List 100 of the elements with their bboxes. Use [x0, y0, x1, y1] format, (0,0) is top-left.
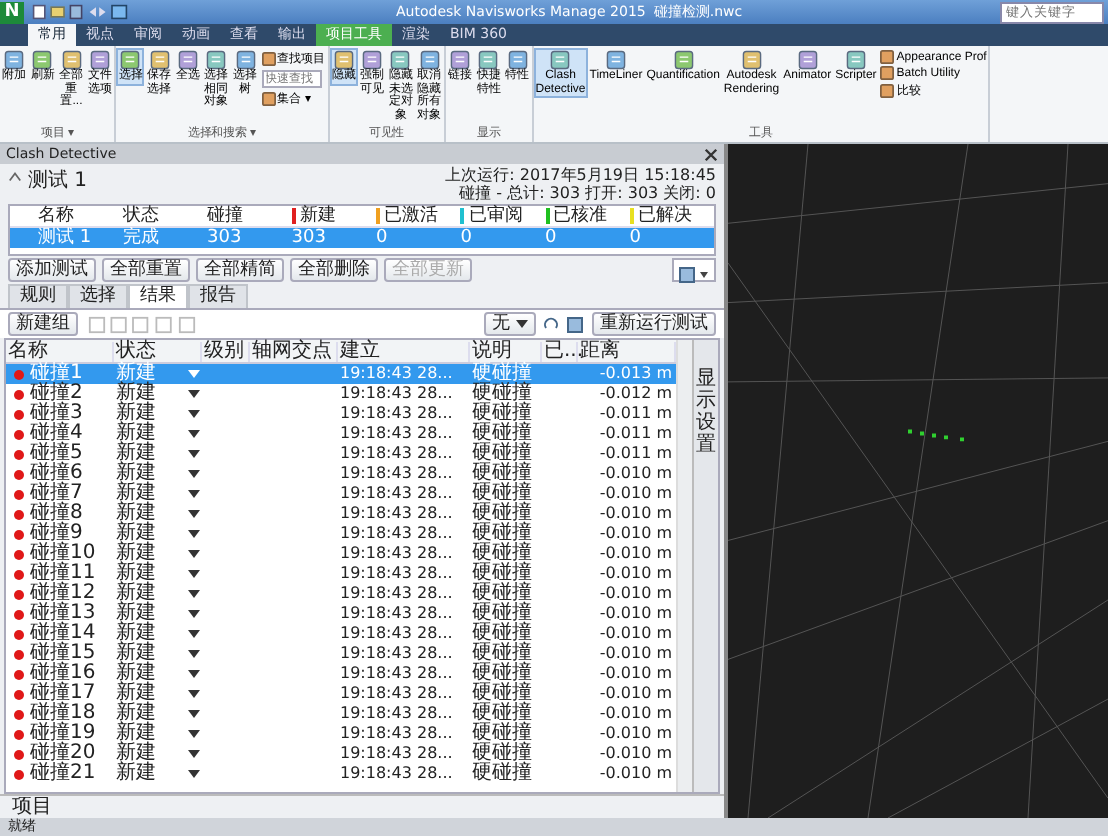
column-header[interactable]: 状态 — [122, 206, 207, 226]
quick-access-toolbar-icon[interactable] — [32, 4, 128, 20]
column-header[interactable]: 说明 — [470, 341, 542, 361]
status-dropdown[interactable]: 新建 — [114, 424, 202, 444]
filter-dropdown[interactable]: 无 — [484, 312, 536, 336]
scrollbar[interactable] — [676, 340, 692, 792]
column-header[interactable]: 已解决 — [629, 206, 714, 226]
clash-row[interactable]: 碰撞5 新建 19:18:43 28... 硬碰撞 -0.011 m — [6, 444, 676, 464]
clash-name-cell: 碰撞20 — [6, 744, 114, 764]
status-dropdown[interactable]: 新建 — [114, 744, 202, 764]
clash-row[interactable]: 碰撞17 新建 19:18:43 28... 硬碰撞 -0.010 m — [6, 684, 676, 704]
clash-summary: 碰撞 - 总计: 303 打开: 303 关闭: 0 — [459, 184, 716, 202]
table-cell-text: -0.010 m — [597, 564, 674, 584]
clash-row[interactable]: 碰撞4 新建 19:18:43 28... 硬碰撞 -0.011 m — [6, 424, 676, 444]
status-dropdown[interactable]: 新建 — [114, 524, 202, 544]
clash-name-cell: 碰撞16 — [6, 664, 114, 684]
table-cell-text: 硬碰撞 — [470, 444, 534, 464]
status-dropdown[interactable]: 新建 — [114, 544, 202, 564]
column-header[interactable]: 已审阅 — [460, 206, 545, 226]
close-icon[interactable] — [704, 147, 718, 161]
column-header[interactable]: 轴网交点 — [250, 341, 338, 361]
clash-row[interactable]: 碰撞15 新建 19:18:43 28... 硬碰撞 -0.010 m — [6, 644, 676, 664]
status-dropdown[interactable]: 新建 — [114, 464, 202, 484]
table-cell-text: 硬碰撞 — [470, 724, 534, 744]
column-header[interactable]: 已激活 — [376, 206, 461, 226]
panel-tab[interactable]: 选择 — [68, 284, 128, 308]
clash-row[interactable]: 碰撞20 新建 19:18:43 28... 硬碰撞 -0.010 m — [6, 744, 676, 764]
column-header[interactable]: 碰撞 — [207, 206, 292, 226]
table-cell-text: 硬碰撞 — [470, 384, 534, 404]
test-action-button[interactable]: 全部精简 — [196, 258, 284, 282]
status-dot-icon — [14, 469, 24, 479]
clash-row[interactable]: 碰撞18 新建 19:18:43 28... 硬碰撞 -0.010 m — [6, 704, 676, 724]
clash-row[interactable]: 碰撞3 新建 19:18:43 28... 硬碰撞 -0.011 m — [6, 404, 676, 424]
table-cell-text: 19:18:43 28... — [338, 664, 455, 684]
test-action-button[interactable]: 全部删除 — [290, 258, 378, 282]
clash-name-cell: 碰撞18 — [6, 704, 114, 724]
status-dropdown[interactable]: 新建 — [114, 444, 202, 464]
status-dropdown[interactable]: 新建 — [114, 724, 202, 744]
status-dot-icon — [14, 709, 24, 719]
status-dropdown[interactable]: 新建 — [114, 684, 202, 704]
test-action-button[interactable]: 添加测试 — [8, 258, 96, 282]
clash-row[interactable]: 碰撞10 新建 19:18:43 28... 硬碰撞 -0.010 m — [6, 544, 676, 564]
column-header[interactable]: 已核准 — [545, 206, 630, 226]
side-panel-tab[interactable]: 显示设置 — [692, 340, 718, 792]
clash-row[interactable]: 碰撞21 新建 19:18:43 28... 硬碰撞 -0.010 m — [6, 764, 676, 784]
status-dropdown[interactable]: 新建 — [114, 604, 202, 624]
panel-tab[interactable]: 报告 — [188, 284, 248, 308]
export-dropdown-button[interactable] — [672, 258, 716, 282]
new-group-button[interactable]: 新建组 — [8, 312, 78, 336]
table-cell-text: 硬碰撞 — [470, 764, 534, 784]
table-cell-text: -0.010 m — [597, 644, 674, 664]
table-cell-text: -0.010 m — [597, 684, 674, 704]
table-cell-text: -0.010 m — [597, 484, 674, 504]
clash-row[interactable]: 碰撞8 新建 19:18:43 28... 硬碰撞 -0.010 m — [6, 504, 676, 524]
column-header[interactable]: 已... — [542, 341, 578, 361]
clash-row[interactable]: 碰撞19 新建 19:18:43 28... 硬碰撞 -0.010 m — [6, 724, 676, 744]
status-dropdown[interactable]: 新建 — [114, 504, 202, 524]
table-cell-text: 完成 — [122, 228, 161, 248]
status-dropdown[interactable]: 新建 — [114, 704, 202, 724]
clash-row[interactable]: 碰撞13 新建 19:18:43 28... 硬碰撞 -0.010 m — [6, 604, 676, 624]
square-icon — [261, 92, 276, 106]
table-cell-text: 0 — [376, 228, 390, 248]
clash-row[interactable]: 碰撞6 新建 19:18:43 28... 硬碰撞 -0.010 m — [6, 464, 676, 484]
table-cell-text: 19:18:43 28... — [338, 544, 455, 564]
table-cell-text: 硬碰撞 — [470, 704, 534, 724]
column-header[interactable]: 级别 — [202, 341, 250, 361]
column-header[interactable]: 新建 — [291, 206, 376, 226]
clash-row[interactable]: 碰撞12 新建 19:18:43 28... 硬碰撞 -0.010 m — [6, 584, 676, 604]
clash-row[interactable]: 碰撞9 新建 19:18:43 28... 硬碰撞 -0.010 m — [6, 524, 676, 544]
collapse-chevron-icon[interactable] — [8, 170, 22, 184]
column-header[interactable]: 名称 — [6, 341, 114, 361]
status-dropdown[interactable]: 新建 — [114, 644, 202, 664]
clash-row[interactable]: 碰撞14 新建 19:18:43 28... 硬碰撞 -0.010 m — [6, 624, 676, 644]
clash-row[interactable]: 碰撞2 新建 19:18:43 28... 硬碰撞 -0.012 m — [6, 384, 676, 404]
clash-name-cell: 碰撞21 — [6, 764, 114, 784]
panel-tab[interactable]: 规则 — [8, 284, 68, 308]
column-header[interactable]: 建立 — [338, 341, 470, 361]
clash-row[interactable]: 碰撞16 新建 19:18:43 28... 硬碰撞 -0.010 m — [6, 664, 676, 684]
clash-name-cell: 碰撞1 — [6, 364, 114, 384]
status-dropdown[interactable]: 新建 — [114, 484, 202, 504]
items-panel-header[interactable]: 项目 — [0, 794, 724, 818]
status-dropdown[interactable]: 新建 — [114, 664, 202, 684]
status-dropdown[interactable]: 新建 — [114, 624, 202, 644]
status-dropdown[interactable]: 新建 — [114, 764, 202, 784]
column-header[interactable]: 名称 — [38, 206, 123, 226]
test-action-button[interactable]: 全部重置 — [102, 258, 190, 282]
table-cell-text: 硬碰撞 — [470, 504, 534, 524]
rerun-test-button[interactable]: 重新运行测试 — [592, 312, 716, 336]
clash-row[interactable]: 碰撞11 新建 19:18:43 28... 硬碰撞 -0.010 m — [6, 564, 676, 584]
status-dropdown[interactable]: 新建 — [114, 384, 202, 404]
status-dropdown[interactable]: 新建 — [114, 584, 202, 604]
status-dropdown[interactable]: 新建 — [114, 564, 202, 584]
panel-tab[interactable]: 结果 — [128, 284, 188, 308]
table-cell-text: -0.010 m — [597, 624, 674, 644]
table-cell-text: 硬碰撞 — [470, 424, 534, 444]
column-header[interactable]: 状态 — [114, 341, 202, 361]
status-dropdown[interactable]: 新建 — [114, 404, 202, 424]
clash-row[interactable]: 碰撞7 新建 19:18:43 28... 硬碰撞 -0.010 m — [6, 484, 676, 504]
table-cell-text: 0 — [545, 228, 559, 248]
table-cell-text: -0.013 m — [597, 364, 674, 384]
